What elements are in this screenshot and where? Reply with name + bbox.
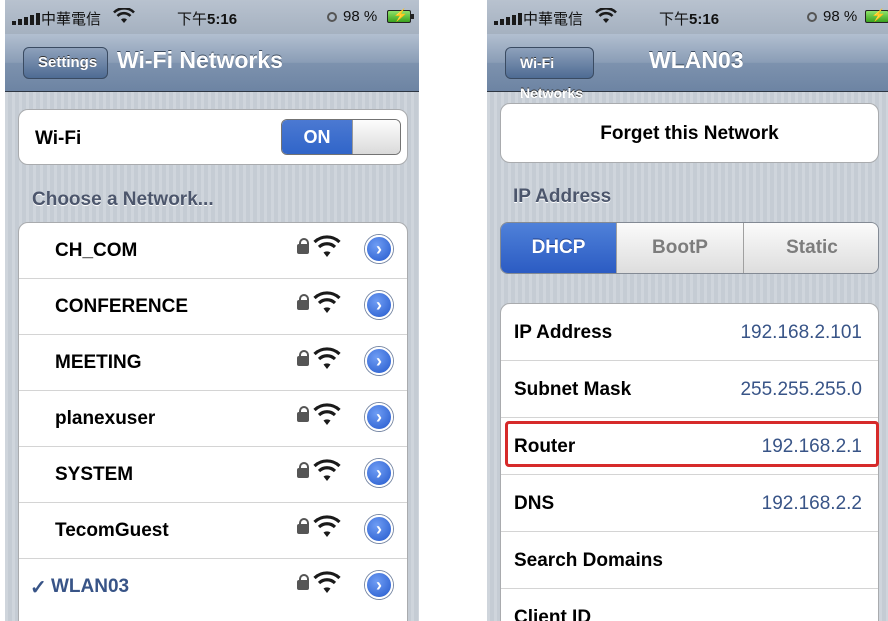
ip-field-row[interactable]: Search Domains [501, 532, 878, 589]
network-row[interactable]: MEETING › [19, 335, 407, 391]
forget-network-label: Forget this Network [600, 123, 779, 144]
ip-field-label: Search Domains [514, 550, 663, 571]
wifi-status-icon [113, 7, 135, 29]
network-detail-screen: 中華電信 下午5:16 98 % ⚡ Wi-Fi Networks WLAN03… [487, 0, 888, 621]
segment-dhcp[interactable]: DHCP [501, 223, 617, 273]
orientation-lock-icon [807, 12, 817, 22]
clock-period: 下午 [659, 11, 690, 28]
signal-strength-icon [12, 13, 40, 25]
signal-strength-icon [494, 13, 522, 25]
detail-disclosure-icon[interactable]: › [365, 459, 393, 487]
wifi-label: Wi-Fi [35, 128, 82, 149]
navigation-bar: Settings Wi-Fi Networks [5, 34, 419, 92]
carrier-name: 中華電信 [41, 11, 102, 28]
network-row[interactable]: CH_COM › [19, 223, 407, 279]
settings-back-button[interactable]: Settings [23, 47, 109, 79]
wifi-status-icon [595, 7, 617, 29]
forget-network-button[interactable]: Forget this Network [500, 103, 879, 163]
network-row[interactable]: TecomGuest › [19, 503, 407, 559]
detail-disclosure-icon[interactable]: › [365, 347, 393, 375]
lock-icon [297, 518, 309, 534]
ip-field-row[interactable]: Client ID [501, 589, 878, 621]
network-name: planexuser [55, 408, 156, 429]
segment-bootp[interactable]: BootP [617, 223, 744, 273]
ip-field-value: 192.168.2.101 [740, 322, 862, 343]
wifi-signal-icon [313, 291, 341, 317]
network-row[interactable]: SYSTEM › [19, 447, 407, 503]
battery-percent: 98 % [823, 8, 858, 25]
toggle-knob[interactable] [352, 120, 400, 154]
ip-field-label: DNS [514, 493, 555, 514]
network-list: CH_COM › CONFERENCE › MEETING › planexuser › SYS… [18, 222, 408, 621]
ip-field-row[interactable]: DNS 192.168.2.2 [501, 475, 878, 532]
ip-field-row[interactable]: Subnet Mask 255.255.255.0 [501, 361, 878, 418]
wifi-toggle-switch[interactable]: ON [281, 119, 401, 155]
wifi-networks-back-button[interactable]: Wi-Fi Networks [505, 47, 595, 101]
network-status-icons: › [297, 235, 393, 265]
navigation-bar: Wi-Fi Networks WLAN03 [487, 34, 888, 101]
lock-icon [297, 238, 309, 254]
lock-icon [297, 294, 309, 310]
router-highlight [505, 421, 879, 467]
detail-disclosure-icon[interactable]: › [365, 571, 393, 599]
battery-icon: ⚡ [865, 8, 888, 23]
wifi-signal-icon [313, 459, 341, 485]
wifi-signal-icon [313, 571, 341, 597]
lock-icon [297, 406, 309, 422]
network-name: TecomGuest [55, 520, 169, 541]
ip-field-value: 255.255.255.0 [740, 379, 862, 400]
wifi-networks-screen: 中華電信 下午5:16 98 % ⚡ Settings Wi-Fi Networ… [5, 0, 419, 621]
ip-field-label: Subnet Mask [514, 379, 632, 400]
network-status-icons: › [297, 403, 393, 433]
network-name: SYSTEM [55, 464, 134, 485]
ip-address-header: IP Address [513, 186, 612, 207]
clock: 下午5:16 [177, 8, 237, 29]
lock-icon [297, 350, 309, 366]
network-status-icons: › [297, 347, 393, 377]
ip-mode-segmented-control: DHCP BootP Static [500, 222, 879, 274]
page-title: WLAN03 [649, 47, 744, 73]
carrier-name: 中華電信 [523, 11, 584, 28]
network-status-icons: › [297, 571, 393, 601]
lock-icon [297, 462, 309, 478]
network-name: WLAN03 [51, 576, 130, 597]
wifi-signal-icon [313, 347, 341, 373]
network-row[interactable]: ✓ WLAN03 › [19, 559, 407, 615]
battery-percent: 98 % [343, 8, 378, 25]
clock: 下午5:16 [659, 8, 719, 29]
status-bar: 中華電信 下午5:16 98 % ⚡ [5, 0, 419, 34]
clock-time: 5:16 [207, 11, 238, 28]
network-row[interactable]: CONFERENCE › [19, 279, 407, 335]
ip-field-label: Client ID [514, 607, 592, 621]
detail-disclosure-icon[interactable]: › [365, 235, 393, 263]
network-status-icons: › [297, 515, 393, 545]
detail-disclosure-icon[interactable]: › [365, 403, 393, 431]
ip-field-label: IP Address [514, 322, 613, 343]
network-status-icons: › [297, 291, 393, 321]
segment-static[interactable]: Static [744, 223, 878, 273]
lock-icon [297, 574, 309, 590]
detail-disclosure-icon[interactable]: › [365, 515, 393, 543]
battery-icon: ⚡ [387, 8, 414, 23]
orientation-lock-icon [327, 12, 337, 22]
status-bar: 中華電信 下午5:16 98 % ⚡ [487, 0, 888, 34]
network-status-icons: › [297, 459, 393, 489]
ip-field-value: 192.168.2.2 [761, 493, 862, 514]
wifi-signal-icon [313, 515, 341, 541]
clock-period: 下午 [177, 11, 208, 28]
detail-disclosure-icon[interactable]: › [365, 291, 393, 319]
toggle-on-label: ON [282, 120, 352, 154]
page-title: Wi-Fi Networks [117, 47, 283, 73]
wifi-signal-icon [313, 235, 341, 261]
network-row[interactable]: planexuser › [19, 391, 407, 447]
choose-network-header: Choose a Network... [32, 189, 214, 210]
ip-field-row[interactable]: IP Address 192.168.2.101 [501, 304, 878, 361]
selected-checkmark: ✓ [30, 577, 47, 599]
clock-time: 5:16 [689, 11, 720, 28]
network-name: CH_COM [55, 240, 138, 261]
wifi-toggle-group: Wi-Fi ON [18, 109, 408, 165]
wifi-signal-icon [313, 403, 341, 429]
network-name: MEETING [55, 352, 142, 373]
network-name: CONFERENCE [55, 296, 189, 317]
